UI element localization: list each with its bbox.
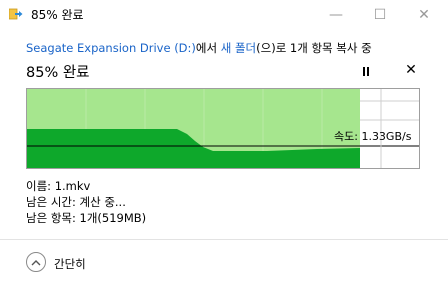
cancel-copy-button[interactable]: ✕ xyxy=(403,61,419,79)
footer-divider xyxy=(0,239,448,240)
copy-details: 이름: 1.mkv 남은 시간: 계산 중... 남은 항목: 1개(519MB… xyxy=(26,178,146,226)
file-name: 이름: 1.mkv xyxy=(26,179,91,193)
minimize-button[interactable]: — xyxy=(314,2,358,28)
copy-description: Seagate Expansion Drive (D:)에서 새 폴더(으)로 … xyxy=(26,40,372,56)
chevron-up-icon xyxy=(31,259,41,265)
pause-icon-bar xyxy=(363,66,365,76)
from-text: 에서 xyxy=(195,41,221,55)
copy-arrow-icon xyxy=(9,8,23,20)
speed-label: 속도: 1.33GB/s xyxy=(334,130,412,143)
close-window-button[interactable]: ✕ xyxy=(402,2,446,28)
minimize-icon: — xyxy=(329,7,343,23)
window-title: 85% 완료 xyxy=(31,8,84,22)
destination-link[interactable]: 새 폴더 xyxy=(221,41,256,55)
pause-button[interactable] xyxy=(357,63,375,79)
pause-icon-bar xyxy=(367,66,369,76)
maximize-icon: ☐ xyxy=(373,7,387,23)
collapse-label[interactable]: 간단히 xyxy=(54,256,86,272)
title-bar: 85% 완료 — ☐ ✕ xyxy=(0,0,448,30)
close-icon: ✕ xyxy=(418,7,430,23)
time-remaining: 남은 시간: 계산 중... xyxy=(26,195,126,209)
maximize-button[interactable]: ☐ xyxy=(358,2,402,28)
progress-title: 85% 완료 xyxy=(26,65,90,81)
source-link[interactable]: Seagate Expansion Drive (D:) xyxy=(26,41,196,55)
collapse-button[interactable] xyxy=(26,252,46,272)
copy-rest-text: (으)로 1개 항목 복사 중 xyxy=(256,41,372,55)
items-remaining: 남은 항목: 1개(519MB) xyxy=(26,211,147,225)
